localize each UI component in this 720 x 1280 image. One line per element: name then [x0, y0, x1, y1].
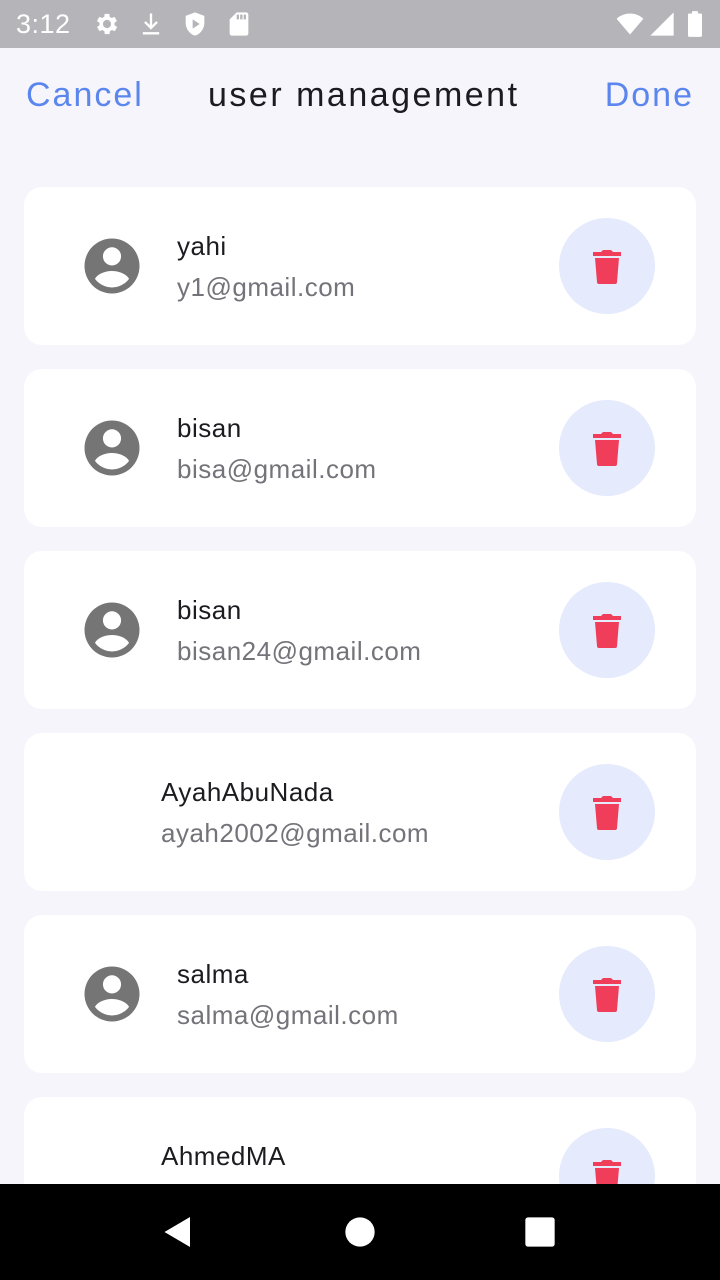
back-icon[interactable]	[160, 1214, 196, 1250]
user-name: AhmedMA	[161, 1141, 286, 1171]
account-circle-icon	[84, 602, 140, 658]
user-name: salma	[177, 959, 249, 989]
wifi-icon	[616, 13, 644, 35]
trash-icon	[593, 432, 621, 466]
done-button[interactable]: Done	[605, 76, 694, 115]
account-circle-icon	[84, 966, 140, 1022]
trash-icon	[593, 250, 621, 284]
settings-icon	[96, 13, 118, 35]
user-email: bisa@gmail.com	[177, 454, 377, 484]
user-email: bisan24@gmail.com	[177, 636, 422, 666]
account-circle-icon	[84, 420, 140, 476]
trash-icon	[593, 978, 621, 1012]
user-email: ayah2002@gmail.com	[161, 818, 430, 848]
trash-icon	[593, 1160, 621, 1184]
download-icon	[142, 13, 160, 35]
delete-user-button[interactable]	[559, 946, 655, 1042]
delete-user-button[interactable]	[559, 218, 655, 314]
user-card[interactable]: bisan bisan24@gmail.com	[24, 551, 696, 709]
delete-user-button[interactable]	[559, 1128, 655, 1184]
status-bar: 3:12	[0, 0, 720, 48]
delete-user-button[interactable]	[559, 582, 655, 678]
delete-user-button[interactable]	[559, 764, 655, 860]
user-card[interactable]: bisan bisa@gmail.com	[24, 369, 696, 527]
user-card[interactable]: AhmedMA	[24, 1097, 696, 1184]
cancel-button[interactable]: Cancel	[26, 76, 144, 115]
user-card[interactable]: AyahAbuNada ayah2002@gmail.com	[24, 733, 696, 891]
sd-card-icon	[229, 12, 249, 36]
user-name: bisan	[177, 595, 242, 625]
user-name: bisan	[177, 413, 242, 443]
user-card[interactable]: yahi y1@gmail.com	[24, 187, 696, 345]
home-icon[interactable]	[344, 1216, 376, 1248]
page-title: user management	[208, 76, 520, 114]
battery-icon	[688, 11, 702, 37]
status-time: 3:12	[16, 9, 71, 39]
user-name: yahi	[177, 231, 227, 261]
trash-icon	[593, 614, 621, 648]
user-email: y1@gmail.com	[177, 272, 356, 302]
delete-user-button[interactable]	[559, 400, 655, 496]
recents-icon[interactable]	[524, 1216, 556, 1248]
user-list[interactable]: yahi y1@gmail.com bisan bisa@gmail.com b…	[0, 187, 720, 1184]
user-name: AyahAbuNada	[161, 777, 334, 807]
user-email: salma@gmail.com	[177, 1000, 399, 1030]
signal-icon	[650, 12, 674, 36]
trash-icon	[593, 796, 621, 830]
user-card[interactable]: salma salma@gmail.com	[24, 915, 696, 1073]
app-bar: Cancel user management Done	[0, 48, 720, 148]
system-nav-bar	[0, 1184, 720, 1280]
account-circle-icon	[84, 238, 140, 294]
shield-icon	[185, 12, 205, 36]
